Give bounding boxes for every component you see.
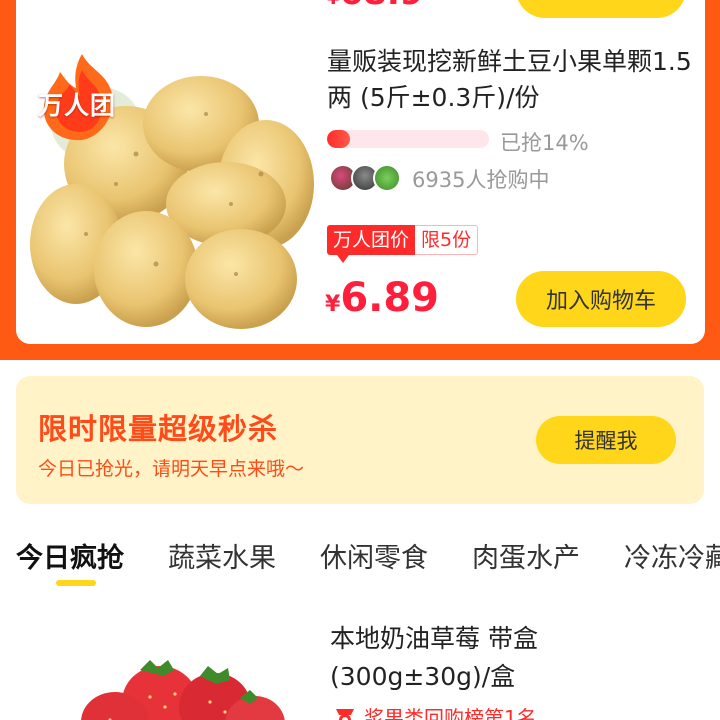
group-buy-badge-text: 万人团 [38, 91, 117, 120]
limit-tag: 限5份 [415, 225, 479, 255]
medal-icon [336, 708, 354, 720]
tab-vegetables-fruits[interactable]: 蔬菜水果 [168, 536, 276, 575]
group-buy-badge: 万人团 [30, 50, 134, 146]
strawberry-product-image[interactable] [40, 652, 310, 720]
category-tabs: 今日疯抢 蔬菜水果 休闲零食 肉蛋水产 冷冻冷藏 [16, 536, 720, 592]
tab-snacks[interactable]: 休闲零食 [320, 536, 428, 575]
ranking-badge: 浆果类回购榜第1名 [334, 702, 537, 720]
flash-sale-banner: 限时限量超级秒杀 今日已抢光，请明天早点来哦～ 提醒我 [16, 376, 704, 504]
sold-progress-fill [327, 130, 350, 148]
previous-add-to-cart-button[interactable]: 加入购物车 [516, 0, 686, 18]
flash-sale-subtitle: 今日已抢光，请明天早点来哦～ [38, 458, 305, 480]
sold-progress-bar [327, 130, 489, 148]
flash-sale-title: 限时限量超级秒杀 [38, 412, 279, 446]
group-price-tag: 万人团价 [327, 225, 416, 263]
tab-frozen[interactable]: 冷冻冷藏 [624, 536, 720, 575]
buyers-count-text: 6935人抢购中 [412, 168, 550, 192]
add-to-cart-button[interactable]: 加入购物车 [516, 271, 686, 327]
tab-today-hot[interactable]: 今日疯抢 [16, 536, 124, 575]
price-tags: 万人团价 限5份 [327, 225, 479, 263]
product-price: ¥6.89 [325, 275, 440, 321]
remind-me-button[interactable]: 提醒我 [536, 416, 676, 464]
previous-product-price: ¥68.9 [327, 0, 423, 10]
product-title[interactable]: 量贩装现挖新鲜土豆小果单颗1.5两 (5斤±0.3斤)/份 [327, 44, 697, 116]
ranking-text: 浆果类回购榜第1名 [364, 706, 537, 720]
sold-percent-text: 已抢14% [500, 131, 589, 155]
product-title[interactable]: 本地奶油草莓 带盒 (300g±30g)/盒 [330, 620, 700, 696]
buyer-avatars [329, 164, 409, 192]
avatar [373, 164, 401, 192]
tab-meat-eggs-seafood[interactable]: 肉蛋水产 [472, 536, 580, 575]
active-tab-indicator [56, 580, 96, 586]
